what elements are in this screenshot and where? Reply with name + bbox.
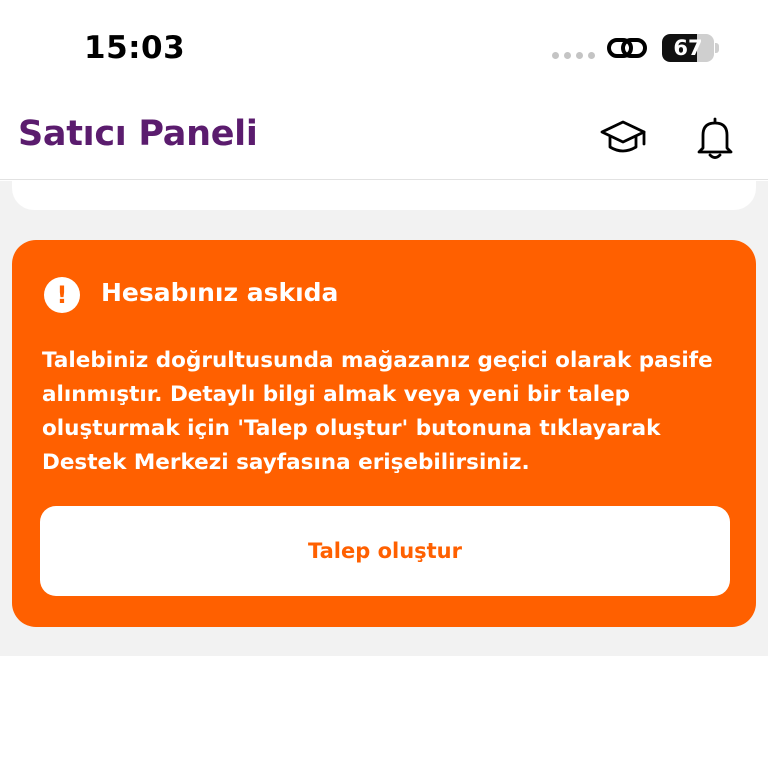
content-area: ! Hesabınız askıda Talebiniz doğrultusun… <box>0 181 768 656</box>
app-header: Satıcı Paneli <box>0 96 768 180</box>
alert-body: Talebiniz doğrultusunda mağazanız geçici… <box>42 348 713 475</box>
graduation-cap-icon[interactable] <box>598 114 648 162</box>
link-icon <box>607 38 647 58</box>
battery-level: 67 <box>673 36 703 60</box>
bell-icon[interactable] <box>690 114 740 162</box>
exclamation-icon: ! <box>44 277 80 313</box>
signal-icon <box>552 52 595 59</box>
card-stub <box>12 181 756 210</box>
page-title: Satıcı Paneli <box>18 114 258 154</box>
app-screen: 15:03 67 Satıcı Paneli ! Hesabınız askıd… <box>0 0 768 768</box>
create-request-button[interactable]: Talep oluştur <box>40 506 730 596</box>
status-time: 15:03 <box>84 30 186 66</box>
suspension-alert-card: ! Hesabınız askıda Talebiniz doğrultusun… <box>12 240 756 627</box>
alert-title: Hesabınız askıda <box>101 278 339 307</box>
battery-icon: 67 <box>662 34 719 62</box>
status-bar: 15:03 67 <box>0 0 768 96</box>
